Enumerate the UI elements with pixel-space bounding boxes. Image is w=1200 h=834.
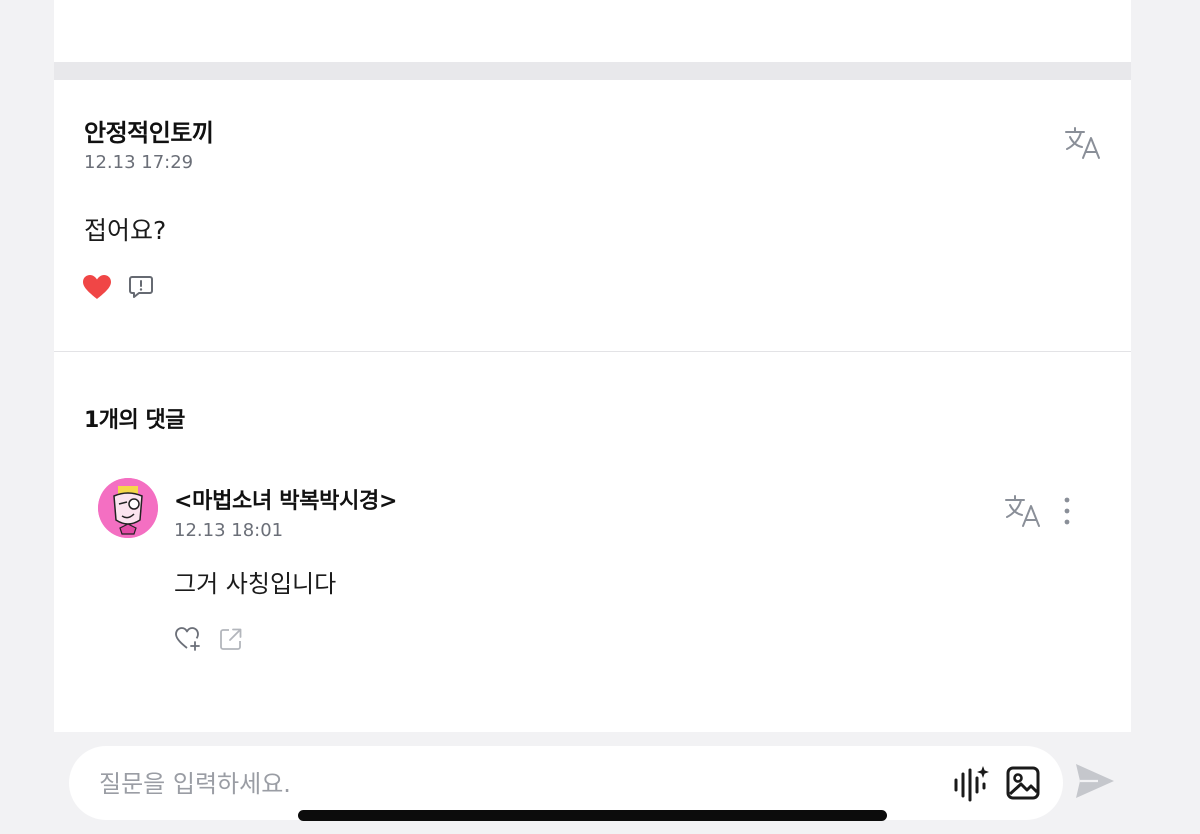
report-icon [129,276,153,298]
more-vertical-icon [1064,497,1070,525]
home-indicator [298,810,887,821]
comment-like-button[interactable] [174,626,202,652]
translate-icon [1005,495,1040,527]
post-card: 안정적인토끼 12.13 17:29 접어요? [54,80,1131,352]
avatar[interactable] [98,478,158,538]
send-icon [1076,764,1114,798]
report-button[interactable] [128,274,154,300]
translate-icon [1065,127,1100,159]
heart-plus-icon [175,627,200,651]
translate-button[interactable] [1064,126,1102,160]
send-button[interactable] [1072,760,1118,806]
comments-count-title: 1개의 댓글 [84,408,185,433]
pink-character-avatar [98,478,158,538]
share-icon [220,628,242,650]
image-icon [1006,766,1040,800]
question-input-bar [0,732,1200,834]
comment-translate-button[interactable] [1004,494,1042,528]
question-input[interactable] [97,764,921,804]
heart-filled-icon [83,275,111,299]
like-button[interactable] [82,274,112,300]
previous-card [54,0,1131,62]
voice-input-button[interactable] [951,764,991,802]
image-attach-button[interactable] [1003,764,1043,802]
comment-author[interactable]: <마법소녀 박복박시경> [174,483,397,515]
post-timestamp: 12.13 17:29 [84,152,194,173]
comments-section: 1개의 댓글 <마법소녀 박복박시경> 12.13 18:01 그거 사칭입니다 [54,352,1131,732]
comment-timestamp: 12.13 18:01 [174,520,284,541]
comment-body: 그거 사칭입니다 [174,570,337,598]
section-divider [54,62,1131,80]
post-actions [82,274,154,300]
content-column: 안정적인토끼 12.13 17:29 접어요? 1개의 댓글 <마법소녀 박복박… [54,0,1131,834]
comment-share-button[interactable] [218,626,244,652]
comment-more-button[interactable] [1056,494,1078,528]
post-author[interactable]: 안정적인토끼 [84,113,214,148]
input-pill [69,746,1063,820]
voice-ai-icon [954,766,989,802]
comment-actions [174,626,244,652]
comment-item: <마법소녀 박복박시경> 12.13 18:01 그거 사칭입니다 [98,478,1098,678]
post-body: 접어요? [84,216,167,245]
